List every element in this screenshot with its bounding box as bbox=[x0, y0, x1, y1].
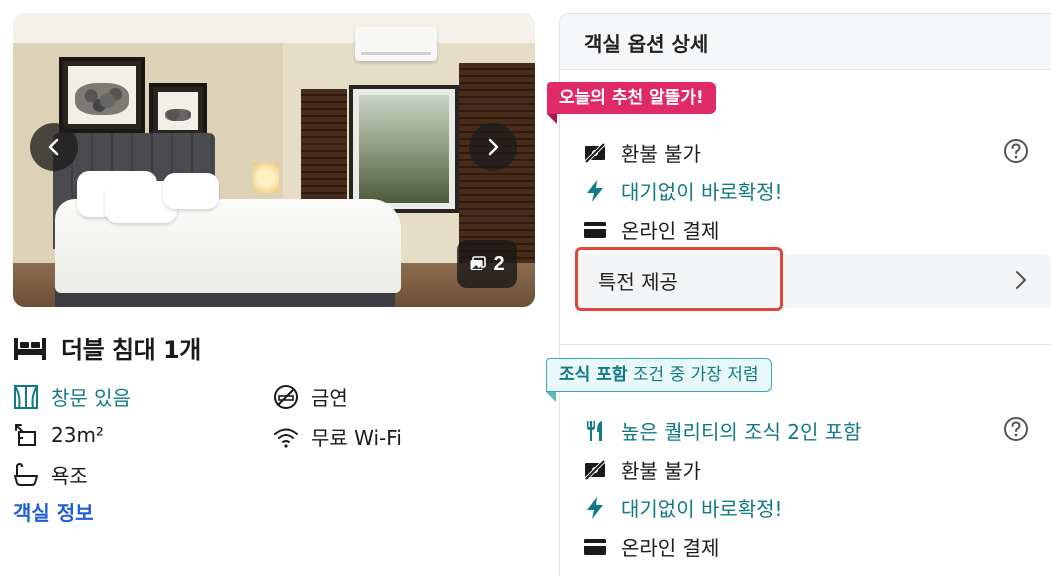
badge-bold-text: 조식 포함 bbox=[559, 365, 628, 385]
lightning-icon bbox=[587, 179, 603, 202]
option1-instant-label: 대기없이 바로확정! bbox=[621, 180, 783, 204]
chevron-right-icon[interactable] bbox=[1010, 268, 1032, 292]
chevron-right-icon bbox=[488, 138, 499, 156]
feature-bath-label: 욕조 bbox=[51, 464, 88, 488]
photo-window bbox=[349, 85, 459, 213]
feature-window-label: 창문 있음 bbox=[51, 386, 131, 410]
window-icon bbox=[14, 384, 38, 409]
option-divider bbox=[560, 344, 1051, 345]
bed-type-heading: 더블 침대 1개 bbox=[13, 330, 201, 365]
no-refund-icon bbox=[584, 459, 606, 480]
option2-payment: 온라인 결제 bbox=[583, 532, 719, 561]
option1-instant-confirm: 대기없이 바로확정! bbox=[583, 176, 783, 205]
room-size-icon bbox=[15, 424, 36, 446]
feature-window: 창문 있음 bbox=[13, 382, 131, 411]
feature-no-smoking: 금연 bbox=[273, 382, 348, 411]
photo-count-label: 2 bbox=[493, 252, 505, 275]
lightning-icon bbox=[587, 496, 603, 519]
wifi-icon bbox=[274, 428, 298, 448]
breakfast-deal-badge: 조식 포함 조건 중 가장 저렴 bbox=[546, 358, 772, 392]
benefit-label[interactable]: 특전 제공 bbox=[598, 266, 678, 295]
option2-payment-label: 온라인 결제 bbox=[621, 536, 720, 560]
option1-refund: 환불 불가 bbox=[583, 138, 701, 167]
bed-icon bbox=[14, 337, 46, 360]
photo-air-conditioner bbox=[355, 27, 437, 61]
photo-pillow bbox=[163, 173, 219, 209]
gallery-next-button[interactable] bbox=[469, 123, 517, 171]
bathtub-icon bbox=[14, 462, 38, 486]
feature-bath: 욕조 bbox=[13, 460, 88, 489]
option2-breakfast: 높은 퀄리티의 조식 2인 포함 bbox=[583, 416, 862, 445]
credit-card-icon bbox=[584, 538, 606, 555]
feature-size: 23m² bbox=[13, 422, 104, 448]
feature-wifi-label: 무료 Wi-Fi bbox=[311, 426, 402, 450]
option1-refund-label: 환불 불가 bbox=[621, 142, 701, 166]
gallery-icon bbox=[470, 256, 487, 270]
badge-fold bbox=[546, 392, 556, 402]
bed-type-label: 더블 침대 1개 bbox=[61, 336, 201, 364]
feature-size-label: 23m² bbox=[51, 423, 104, 447]
option2-refund-label: 환불 불가 bbox=[621, 459, 701, 483]
feature-wifi: 무료 Wi-Fi bbox=[273, 422, 402, 451]
option1-payment: 온라인 결제 bbox=[583, 215, 719, 244]
photo-lamp bbox=[253, 163, 279, 193]
fork-knife-icon bbox=[587, 420, 602, 441]
credit-card-icon bbox=[584, 221, 606, 238]
feature-no-smoking-label: 금연 bbox=[311, 386, 348, 410]
badge-rest-text: 조건 중 가장 저렴 bbox=[627, 365, 759, 385]
panel-title: 객실 옵션 상세 bbox=[560, 14, 1051, 70]
option2-instant-confirm: 대기없이 바로확정! bbox=[583, 493, 783, 522]
chevron-left-icon bbox=[48, 138, 59, 156]
no-refund-icon bbox=[584, 142, 606, 163]
badge-fold bbox=[547, 114, 557, 124]
room-info-link[interactable]: 객실 정보 bbox=[13, 497, 94, 526]
no-smoking-icon bbox=[274, 384, 298, 409]
option1-payment-label: 온라인 결제 bbox=[621, 219, 720, 243]
option2-instant-label: 대기없이 바로확정! bbox=[621, 497, 783, 521]
help-icon[interactable] bbox=[1003, 138, 1029, 164]
gallery-prev-button[interactable] bbox=[30, 123, 78, 171]
option2-refund: 환불 불가 bbox=[583, 455, 701, 484]
help-icon[interactable] bbox=[1003, 416, 1029, 442]
option2-breakfast-label: 높은 퀄리티의 조식 2인 포함 bbox=[621, 420, 862, 444]
recommended-deal-badge: 오늘의 추천 알뜰가! bbox=[547, 82, 716, 114]
photo-wall-art bbox=[59, 57, 145, 133]
photo-count-button[interactable]: 2 bbox=[457, 240, 517, 288]
photo-wall-art bbox=[149, 83, 207, 139]
